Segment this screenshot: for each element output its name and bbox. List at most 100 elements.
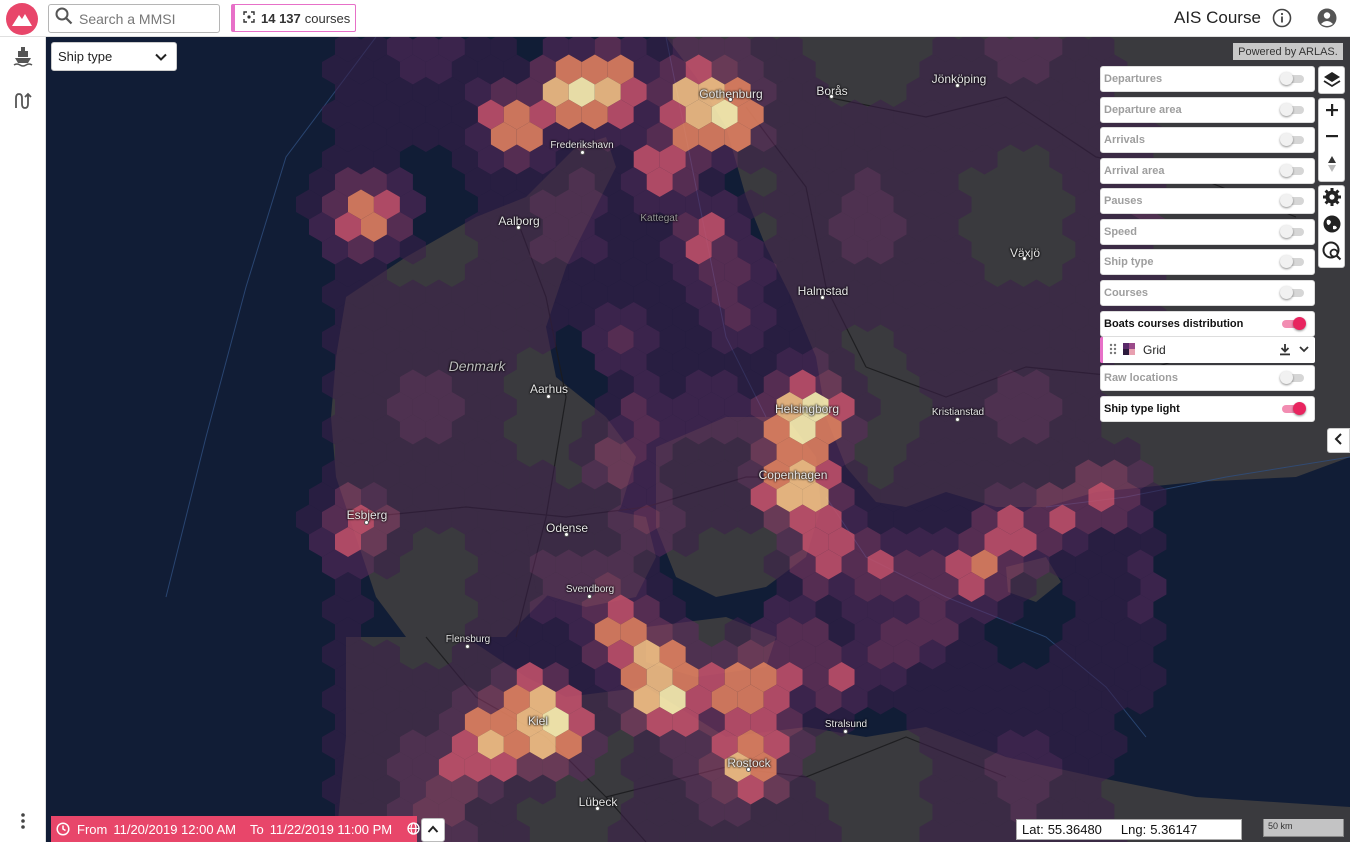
place-label: Kattegat — [640, 213, 678, 224]
more-options-icon[interactable] — [9, 807, 37, 835]
layer-toggle[interactable] — [1280, 371, 1304, 384]
grid-legend-icon — [1123, 342, 1135, 358]
place-label: Copenhagen — [758, 468, 828, 482]
layer-toggle[interactable] — [1280, 255, 1304, 268]
layer-row[interactable]: Speed — [1100, 219, 1315, 245]
layer-row[interactable]: Departure area — [1100, 97, 1315, 123]
gear-icon[interactable] — [1322, 187, 1342, 212]
place-label: Helsingborg — [774, 402, 840, 416]
layer-toggle[interactable] — [1280, 286, 1304, 299]
zoom-out-icon[interactable] — [1325, 129, 1339, 148]
toggle-knob — [1280, 164, 1293, 177]
layer-label: Speed — [1104, 226, 1138, 238]
layer-toggle[interactable] — [1282, 402, 1306, 415]
download-icon[interactable] — [1279, 343, 1291, 359]
layers-icon[interactable] — [1318, 66, 1345, 94]
layer-toggle[interactable] — [1280, 103, 1304, 116]
ship-type-filter-label: Ship type — [58, 49, 113, 64]
layer-label: Pauses — [1104, 195, 1143, 207]
layer-label: Departure area — [1104, 104, 1182, 116]
search-input[interactable] — [79, 10, 209, 27]
lng-value: 5.36147 — [1150, 822, 1198, 837]
clock-icon — [56, 821, 70, 839]
city-marker — [465, 644, 470, 649]
city-marker — [843, 729, 848, 734]
scale-bar: 50 km — [1263, 819, 1344, 837]
lng-label: Lng: — [1120, 822, 1147, 837]
globe-search-icon[interactable] — [1322, 241, 1342, 266]
city-marker — [955, 83, 960, 88]
route-icon[interactable] — [9, 87, 37, 115]
from-label: From — [77, 821, 108, 837]
zoom-controls — [1318, 98, 1345, 182]
layer-label: Arrivals — [1104, 134, 1145, 146]
layer-row[interactable]: Departures — [1100, 66, 1315, 92]
grid-sublayer[interactable]: Grid — [1100, 337, 1315, 363]
layer-row[interactable]: Pauses — [1100, 188, 1315, 214]
layer-toggle[interactable] — [1280, 194, 1304, 207]
layer-row[interactable]: Arrival area — [1100, 158, 1315, 184]
lat-label: Lat: — [1022, 822, 1044, 837]
to-value[interactable]: 11/22/2019 11:00 PM — [270, 822, 392, 837]
compass-icon[interactable] — [1327, 155, 1337, 178]
course-count-unit: courses — [304, 10, 351, 26]
city-marker — [955, 417, 960, 422]
layer-row[interactable]: Ship type light — [1100, 396, 1315, 422]
city-marker — [564, 532, 569, 537]
toggle-knob — [1280, 103, 1293, 116]
chevron-down-icon[interactable] — [1298, 343, 1310, 358]
coordinates-display: Lat: 55.36480 Lng: 5.36147 — [1016, 819, 1242, 840]
time-range-bar[interactable]: From 11/20/2019 12:00 AM To 11/22/2019 1… — [51, 816, 420, 842]
city-marker — [829, 94, 834, 99]
layer-row[interactable]: Ship type — [1100, 249, 1315, 275]
info-icon[interactable] — [1272, 8, 1292, 33]
map-tools — [1318, 185, 1345, 268]
toggle-knob — [1280, 371, 1293, 384]
grid-label: Grid — [1143, 343, 1166, 357]
place-label: Denmark — [448, 358, 506, 374]
layer-toggle[interactable] — [1280, 164, 1304, 177]
ship-type-filter[interactable]: Ship type — [51, 42, 177, 71]
arlas-logo[interactable] — [6, 3, 38, 35]
ship-icon[interactable] — [9, 42, 37, 70]
account-icon[interactable] — [1317, 8, 1337, 33]
layer-label: Ship type light — [1104, 403, 1180, 415]
globe-icon[interactable] — [1322, 214, 1342, 239]
layer-toggle[interactable] — [1280, 133, 1304, 146]
drag-handle-icon[interactable] — [1109, 343, 1117, 358]
city-marker — [364, 520, 369, 525]
focus-icon — [243, 10, 255, 26]
from-value[interactable]: 11/20/2019 12:00 AM — [113, 822, 236, 837]
city-marker — [587, 594, 592, 599]
city-marker — [546, 394, 551, 399]
layer-row[interactable]: Courses — [1100, 280, 1315, 306]
chevron-up-icon — [427, 821, 439, 839]
layer-row[interactable]: Raw locations — [1100, 365, 1315, 391]
attribution[interactable]: Powered by ARLAS. — [1233, 43, 1343, 60]
toggle-knob — [1280, 225, 1293, 238]
course-count-badge[interactable]: 14 137 courses — [231, 4, 357, 32]
globe-icon[interactable] — [407, 822, 420, 838]
layer-row[interactable]: Boats courses distribution — [1100, 311, 1315, 337]
toggle-knob — [1280, 255, 1293, 268]
layer-toggle[interactable] — [1280, 72, 1304, 85]
layer-row[interactable]: Arrivals — [1100, 127, 1315, 153]
search-box[interactable] — [48, 4, 220, 33]
city-marker — [820, 295, 825, 300]
expand-timeline-button[interactable] — [421, 818, 445, 842]
toggle-knob — [1280, 286, 1293, 299]
toggle-knob — [1293, 317, 1306, 330]
layer-label: Departures — [1104, 73, 1163, 85]
top-bar: 14 137 courses AIS Course — [0, 0, 1350, 37]
layer-toggle[interactable] — [1282, 317, 1306, 330]
city-marker — [1022, 256, 1027, 261]
chevron-left-icon — [1334, 432, 1344, 450]
zoom-in-icon[interactable] — [1325, 103, 1339, 122]
course-count-value: 14 137 — [261, 10, 301, 26]
lat-value: 55.36480 — [1047, 822, 1102, 837]
collapse-panel-button[interactable] — [1327, 428, 1350, 453]
place-label: Kiel — [527, 714, 549, 728]
layer-label: Boats courses distribution — [1104, 318, 1244, 330]
layer-toggle[interactable] — [1280, 225, 1304, 238]
to-label: To — [249, 821, 264, 837]
